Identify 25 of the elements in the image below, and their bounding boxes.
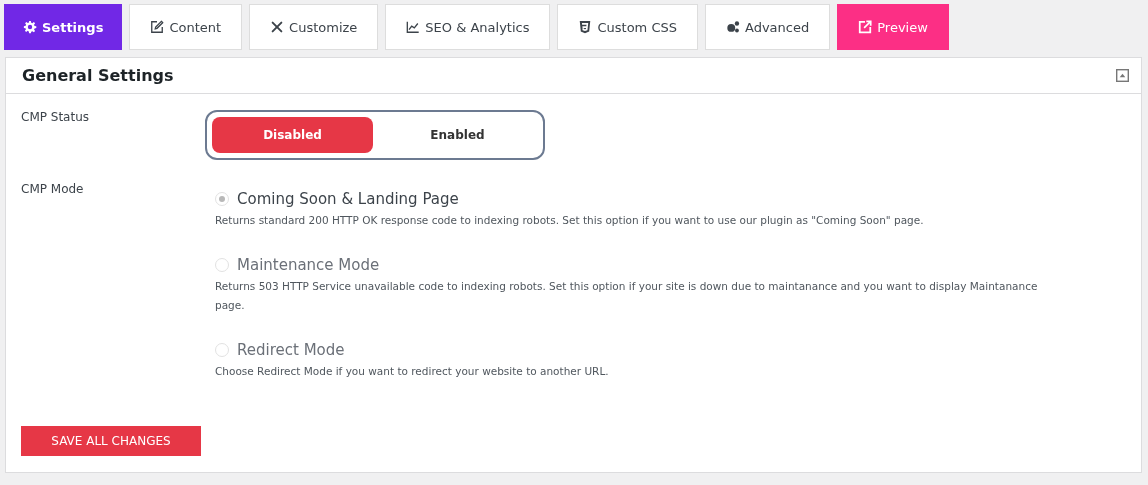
switch-option[interactable]: Disabled xyxy=(212,117,373,153)
option-description: Choose Redirect Mode if you want to redirect your website to another URL. xyxy=(215,364,610,379)
css-shield-icon xyxy=(578,20,593,34)
save-button[interactable]: SAVE ALL CHANGES xyxy=(21,426,201,456)
option-description: Returns standard 200 HTTP OK response code to indexing robots. Set this option if you want to use our plugin as "Coming Soon" page. xyxy=(215,213,925,228)
field-label: CMP Status xyxy=(21,110,91,126)
field-label: CMP Mode xyxy=(21,182,85,198)
tab[interactable]: Custom CSS xyxy=(557,4,698,50)
external-link-icon xyxy=(858,20,873,34)
line-chart-icon xyxy=(406,20,421,34)
tab[interactable]: Content xyxy=(129,4,243,50)
radio-label[interactable]: Coming Soon & Landing Page xyxy=(237,190,459,208)
gear-icon xyxy=(23,20,37,34)
tab[interactable]: Customize xyxy=(249,4,379,50)
panel-title: General Settings xyxy=(22,66,174,85)
tab[interactable]: Settings xyxy=(4,4,123,50)
radio-label[interactable]: Maintenance Mode xyxy=(237,256,380,274)
switch-option[interactable]: Enabled xyxy=(377,117,538,153)
tab[interactable]: SEO & Analytics xyxy=(385,4,551,50)
collapse-icon[interactable] xyxy=(1116,69,1129,82)
tab[interactable]: Advanced xyxy=(705,4,831,50)
radio-label[interactable]: Redirect Mode xyxy=(237,341,345,359)
option-description: Returns 503 HTTP Service unavailable code to indexing robots. Set this option if your site is down due to maintanance and you want to display Maintanance page. xyxy=(215,279,1039,313)
tab[interactable]: Preview xyxy=(837,4,949,50)
edit-icon xyxy=(150,20,165,34)
